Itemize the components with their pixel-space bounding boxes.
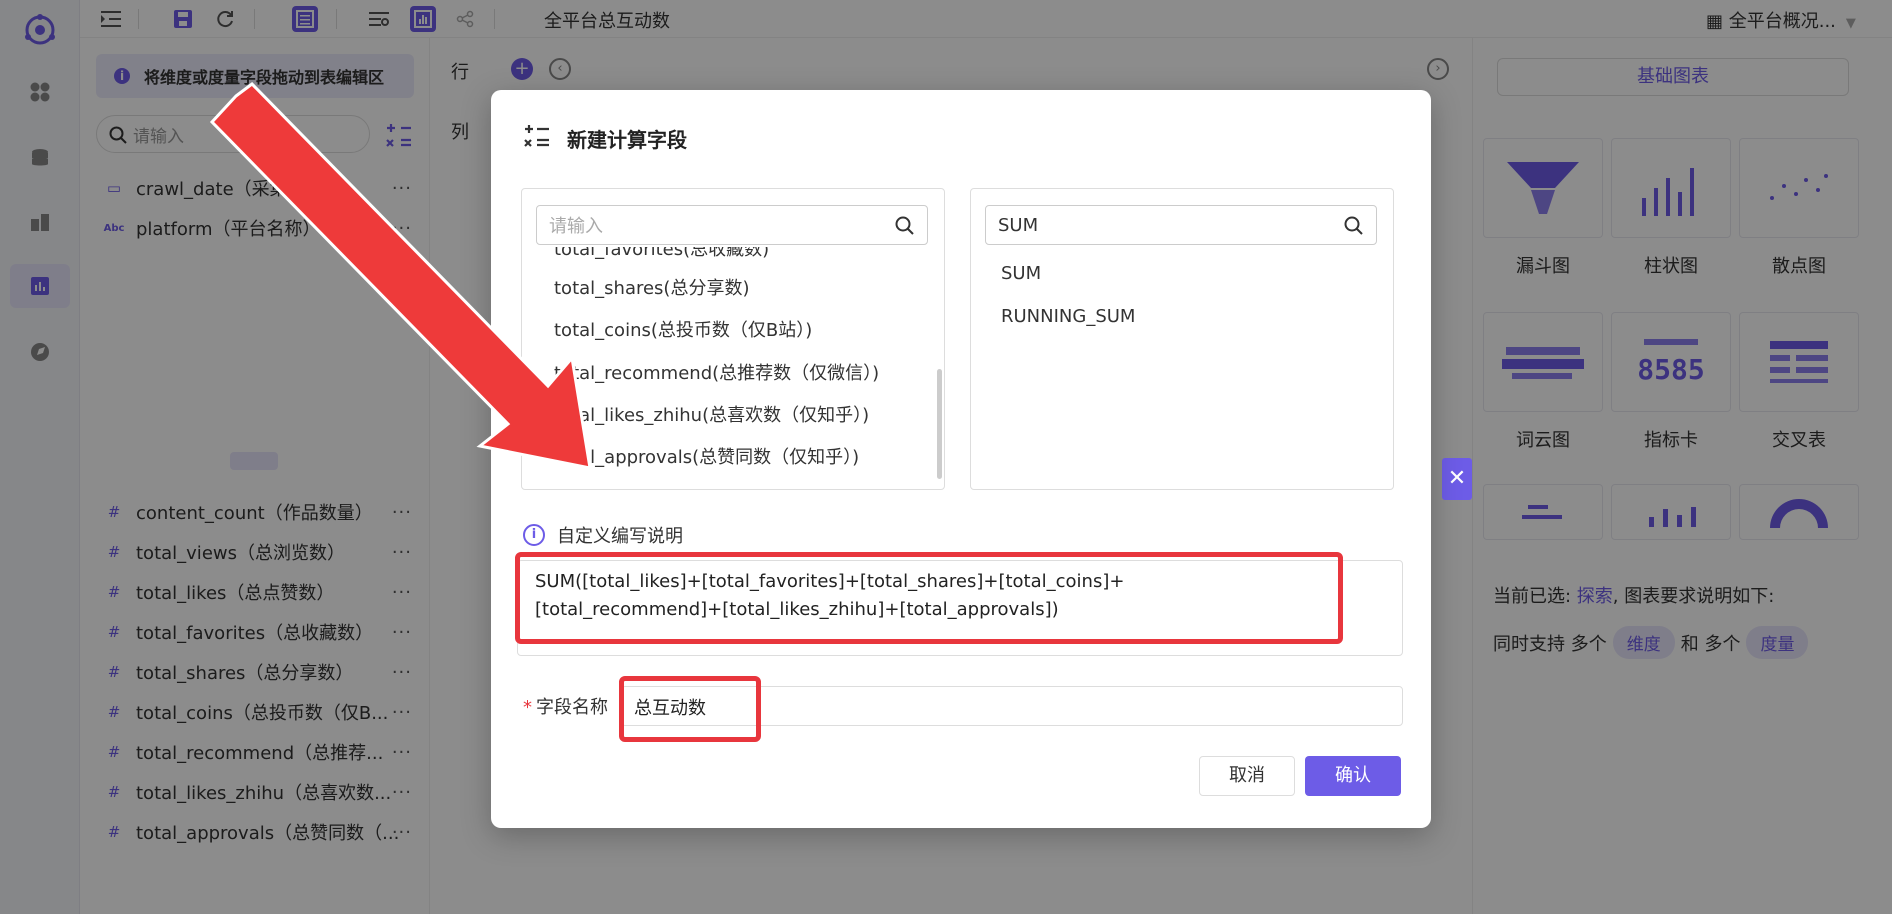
field-option[interactable]: total_favorites(总收藏数) (554, 247, 769, 261)
function-list-pane: SUM SUM RUNNING_SUM (970, 188, 1394, 490)
field-name-label-text: 字段名称 (536, 697, 608, 718)
confirm-button[interactable]: 确认 (1305, 756, 1401, 796)
field-option[interactable]: total_recommend(总推荐数（仅微信）) (554, 359, 879, 385)
function-search-value: SUM (998, 214, 1039, 236)
cancel-button[interactable]: 取消 (1199, 756, 1295, 796)
field-list-pane: 请输入 total_favorites(总收藏数) total_shares(总… (521, 188, 945, 490)
formula-highlight-box (515, 552, 1343, 644)
close-panel-icon[interactable]: ✕ (1442, 458, 1472, 500)
dialog-title: 新建计算字段 (567, 128, 687, 152)
calculation-icon (523, 122, 551, 155)
required-mark: * (523, 697, 532, 718)
search-icon (1344, 216, 1364, 241)
search-icon (895, 216, 915, 241)
field-name-highlight-box (619, 676, 761, 742)
field-option[interactable]: total_coins(总投币数（仅B站）) (554, 316, 812, 342)
field-list-scrollbar[interactable] (937, 369, 942, 479)
new-calculated-field-dialog: 新建计算字段 请输入 total_favorites(总收藏数) total_s… (491, 90, 1431, 828)
function-option-sum[interactable]: SUM (1001, 263, 1041, 284)
info-icon: i (523, 524, 545, 546)
function-option-running-sum[interactable]: RUNNING_SUM (1001, 306, 1135, 327)
field-list: total_favorites(总收藏数) total_shares(总分享数)… (522, 247, 944, 489)
function-search-input[interactable]: SUM (985, 205, 1377, 245)
field-list-search-placeholder: 请输入 (549, 216, 603, 237)
field-option[interactable]: total_approvals(总赞同数（仅知乎）) (554, 443, 859, 469)
field-list-search-input[interactable]: 请输入 (536, 205, 928, 245)
field-option[interactable]: total_shares(总分享数) (554, 274, 749, 300)
custom-syntax-help[interactable]: i 自定义编写说明 (523, 522, 683, 548)
field-option[interactable]: total_likes_zhihu(总喜欢数（仅知乎）) (554, 401, 869, 427)
field-name-label: * 字段名称 (523, 693, 608, 719)
custom-syntax-help-label: 自定义编写说明 (557, 526, 683, 547)
